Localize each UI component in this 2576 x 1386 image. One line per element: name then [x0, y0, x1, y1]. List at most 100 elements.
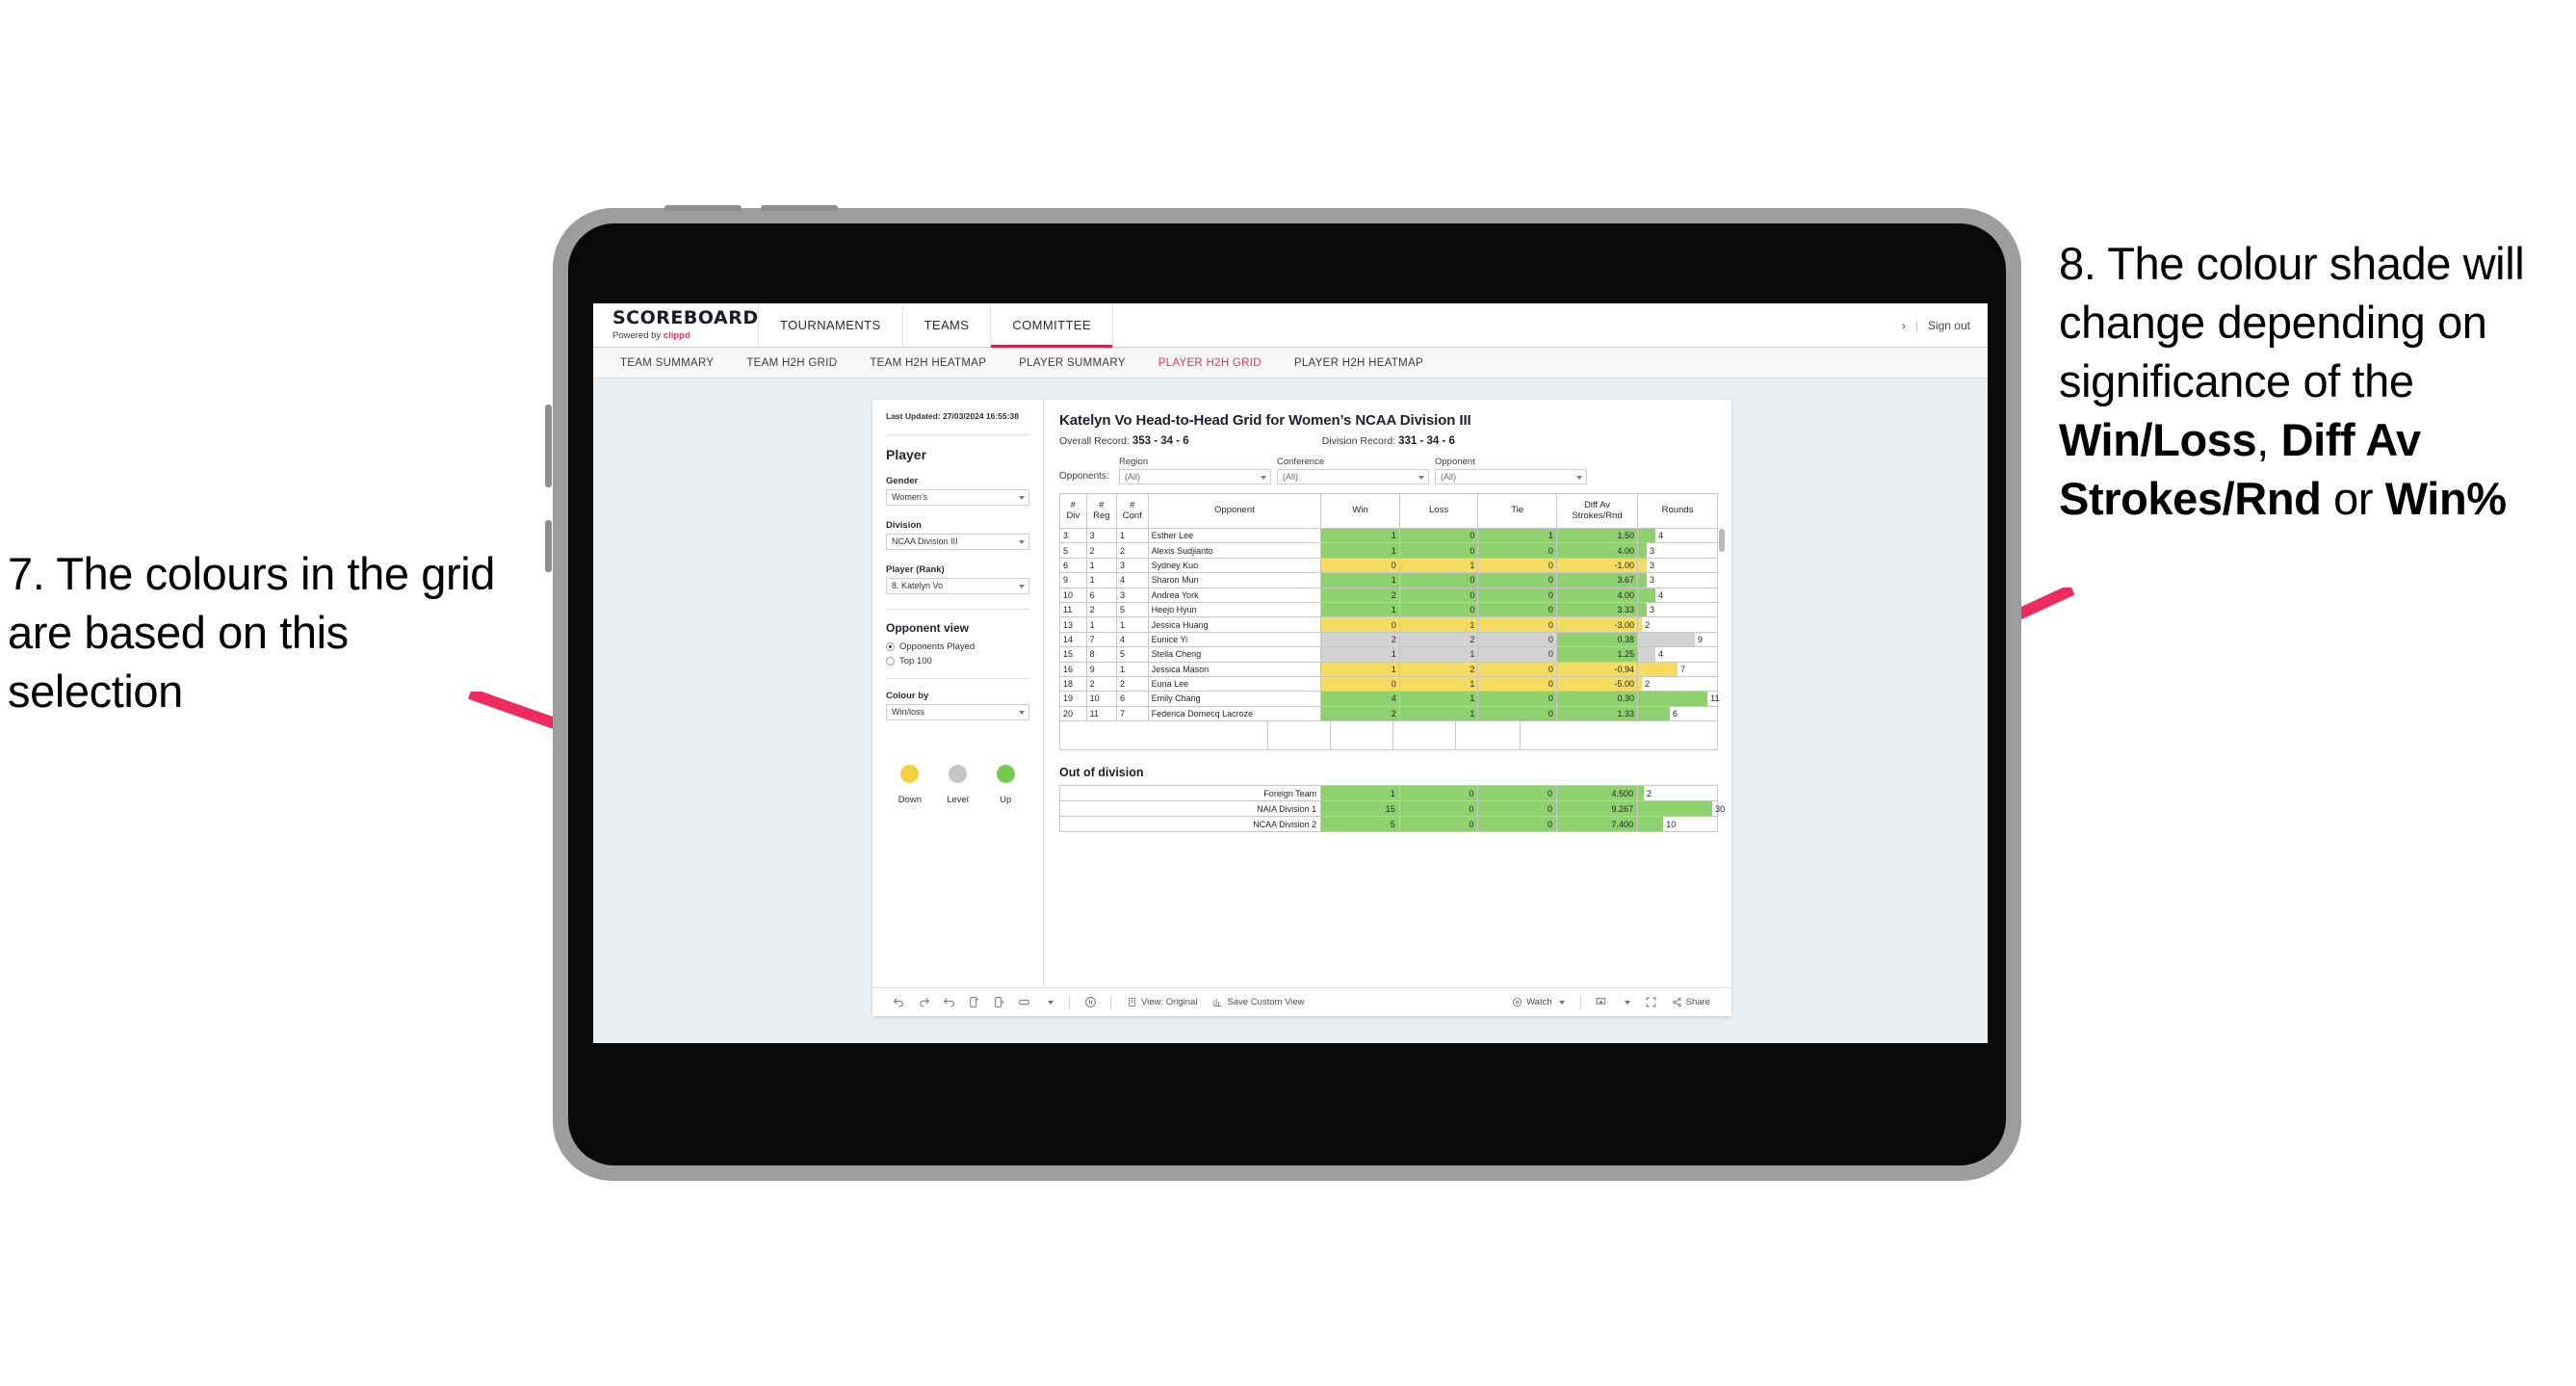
- col-diff[interactable]: Diff Av Strokes/Rnd: [1555, 493, 1639, 529]
- rounds-value: 4: [1658, 531, 1664, 541]
- table-row[interactable]: 20 11 7 Federica Domecq Lacroze 2 1 0 1.33 6: [1059, 705, 1718, 722]
- cell-diff: 0.30: [1555, 691, 1639, 707]
- cell-conf: 2: [1115, 542, 1149, 559]
- table-row[interactable]: 3 3 1 Esther Lee 1 0 1 1.50 4: [1059, 527, 1718, 544]
- pause-updates-icon[interactable]: [986, 996, 1011, 1008]
- filter-select-gender[interactable]: Women’s: [886, 488, 1029, 506]
- table-row[interactable]: 6 1 3 Sydney Kuo 0 1 0 -1.00 3: [1059, 557, 1718, 574]
- filter-select-colour-by[interactable]: Win/loss: [886, 703, 1029, 720]
- table-scrollbar[interactable]: [1719, 529, 1725, 552]
- cell-ood-win: 5: [1320, 816, 1400, 833]
- dashboard-card: Last Updated: 27/03/2024 16:55:38 Player…: [872, 400, 1731, 1016]
- col-div[interactable]: # Div: [1059, 493, 1087, 529]
- chevron-down-icon: [1019, 496, 1025, 501]
- cell-conf: 4: [1115, 572, 1149, 588]
- filter-select-player-rank[interactable]: 8. Katelyn Vo: [886, 577, 1029, 594]
- cell-diff: -1.00: [1555, 557, 1639, 574]
- cell-div: 14: [1059, 631, 1087, 648]
- share-button[interactable]: Share: [1664, 997, 1718, 1007]
- revert-icon[interactable]: [936, 996, 961, 1008]
- cell-loss: 0: [1398, 601, 1479, 618]
- opponent-select-opponent[interactable]: (All): [1435, 469, 1587, 484]
- device-layout-caret-icon[interactable]: [1036, 1000, 1061, 1005]
- cell-rounds: 3: [1637, 572, 1718, 588]
- table-row[interactable]: 9 1 4 Sharon Mun 1 0 0 3.67 3: [1059, 572, 1718, 588]
- subnav-item-team-summary[interactable]: TEAM SUMMARY: [620, 357, 714, 369]
- table-row[interactable]: 11 2 5 Heejo Hyun 1 0 0 3.33 3: [1059, 601, 1718, 618]
- col-diff-l2: Strokes/Rnd: [1572, 510, 1623, 521]
- cell-diff: -5.00: [1555, 675, 1639, 693]
- opponent-filter-region: Region (All): [1119, 457, 1271, 484]
- opponent-select-region[interactable]: (All): [1119, 469, 1271, 484]
- col-tie[interactable]: Tie: [1477, 493, 1557, 529]
- cell-opponent: Jessica Mason: [1147, 661, 1322, 677]
- cell-reg: 10: [1085, 691, 1117, 707]
- redo-icon[interactable]: [911, 996, 936, 1008]
- sign-out-link[interactable]: Sign out: [1928, 319, 1970, 332]
- chevron-down-icon: [1019, 585, 1025, 589]
- sub-navigation: TEAM SUMMARY TEAM H2H GRID TEAM H2H HEAT…: [593, 348, 1988, 379]
- table-row[interactable]: 19 10 6 Emily Chang 4 1 0 0.30 11: [1059, 691, 1720, 707]
- table-row[interactable]: 14 7 4 Eunice Yi 2 2 0 0.38 9: [1059, 631, 1718, 648]
- cell-ood-diff: 7.400: [1555, 816, 1639, 833]
- topnav-item-committee[interactable]: COMMITTEE: [991, 303, 1113, 348]
- subnav-item-player-h2h-heatmap[interactable]: PLAYER H2H HEATMAP: [1294, 357, 1423, 369]
- col-conf[interactable]: # Conf: [1115, 493, 1149, 529]
- col-reg-l1: #: [1099, 499, 1105, 510]
- opponent-select-conference[interactable]: (All): [1277, 469, 1429, 484]
- cell-reg: 2: [1085, 675, 1117, 693]
- view-original-button[interactable]: View: Original: [1119, 997, 1205, 1007]
- annotation-right-part-1: Win/Loss: [2059, 414, 2257, 466]
- subnav-item-team-h2h-heatmap[interactable]: TEAM H2H HEATMAP: [870, 357, 986, 369]
- cell-tie: 0: [1477, 691, 1557, 707]
- radio-top-100[interactable]: Top 100: [886, 656, 1029, 667]
- view-icon: [1128, 997, 1136, 1007]
- rounds-value: 10: [1666, 819, 1677, 829]
- table-row[interactable]: 16 9 1 Jessica Mason 1 2 0 -0.94 7: [1059, 661, 1718, 677]
- cell-tie: 0: [1477, 705, 1557, 722]
- save-custom-view-button[interactable]: Save Custom View: [1205, 997, 1312, 1007]
- legend-dot-up-icon: [996, 764, 1015, 783]
- division-record: Division Record: 331 - 34 - 6: [1322, 435, 1455, 447]
- col-opponent[interactable]: Opponent: [1147, 493, 1322, 529]
- watch-button[interactable]: Watch: [1504, 997, 1573, 1007]
- cell-opponent: Emily Chang: [1147, 691, 1322, 707]
- table-row[interactable]: Foreign Team 1 0 0 4.500 2: [1058, 785, 1718, 802]
- table-row[interactable]: 5 2 2 Alexis Sudjianto 1 0 0 4.00 3: [1059, 542, 1718, 559]
- table-row[interactable]: 18 2 2 Euna Lee 0 1 0 -5.00 2: [1059, 675, 1718, 693]
- refresh-data-icon[interactable]: [961, 996, 986, 1008]
- table-row[interactable]: NCAA Division 2 5 0 0 7.400 10: [1058, 816, 1718, 833]
- download-caret-icon[interactable]: [1614, 1000, 1639, 1005]
- topnav-item-tournaments[interactable]: TOURNAMENTS: [759, 303, 903, 347]
- rounds-bar: [1638, 662, 1678, 676]
- fullscreen-icon[interactable]: [1639, 996, 1664, 1008]
- device-layout-icon[interactable]: [1011, 996, 1036, 1008]
- table-row[interactable]: 13 1 1 Jessica Huang 0 1 0 -3.00 2: [1059, 616, 1718, 633]
- undo-icon[interactable]: [886, 996, 911, 1008]
- brand-title: SCOREBOARD: [612, 307, 759, 328]
- brand-logo[interactable]: SCOREBOARD Powered by clippd: [593, 303, 759, 347]
- table-row[interactable]: NAIA Division 1 15 0 0 9.267 30: [1058, 800, 1725, 818]
- radio-opponents-played[interactable]: Opponents Played: [886, 641, 1029, 652]
- col-win[interactable]: Win: [1320, 493, 1400, 529]
- opponent-value-conference: (All): [1283, 472, 1298, 482]
- cell-rounds: 3: [1637, 542, 1718, 559]
- table-row[interactable]: 15 8 5 Stella Cheng 1 1 0 1.25 4: [1059, 646, 1718, 663]
- chevron-down-icon: [1261, 476, 1266, 480]
- subnav-item-player-summary[interactable]: PLAYER SUMMARY: [1019, 357, 1126, 369]
- pause-auto-update-icon[interactable]: [1078, 996, 1103, 1008]
- subnav-item-team-h2h-grid[interactable]: TEAM H2H GRID: [746, 357, 837, 369]
- col-loss[interactable]: Loss: [1398, 493, 1479, 529]
- topnav-item-teams[interactable]: TEAMS: [903, 303, 992, 347]
- download-icon[interactable]: [1589, 996, 1614, 1008]
- filter-select-division[interactable]: NCAA Division III: [886, 533, 1029, 550]
- cell-conf: 5: [1115, 601, 1149, 618]
- chevron-down-icon: [1558, 1000, 1565, 1005]
- col-reg[interactable]: # Reg: [1085, 493, 1117, 529]
- col-rounds[interactable]: Rounds: [1637, 493, 1718, 529]
- subnav-item-player-h2h-grid[interactable]: PLAYER H2H GRID: [1158, 357, 1262, 369]
- table-row[interactable]: 10 6 3 Andrea York 2 0 0 4.00 4: [1059, 587, 1718, 603]
- cell-rounds: 3: [1637, 557, 1718, 574]
- chevron-right-icon[interactable]: ›: [1902, 319, 1906, 332]
- cell-opponent: Sharon Mun: [1147, 572, 1322, 588]
